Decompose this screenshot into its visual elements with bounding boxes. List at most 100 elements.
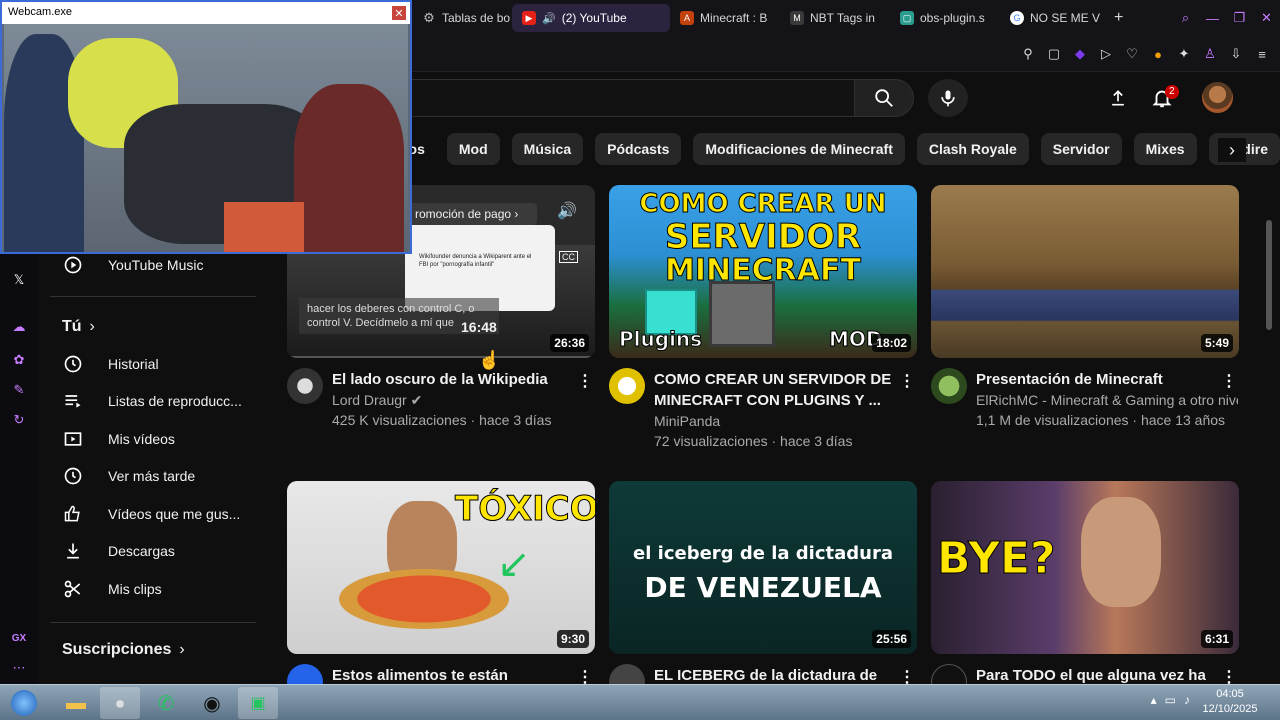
video-thumbnail[interactable]: COMO CREAR UN SERVIDOR MINECRAFT Plugins… <box>609 185 917 358</box>
gx-logo-icon[interactable]: GX <box>9 628 29 648</box>
chip[interactable]: Música <box>511 133 584 165</box>
thumbnail-text: BYE? <box>937 533 1057 585</box>
video-title[interactable]: Presentación de Minecraft <box>976 369 1216 390</box>
taskbar-app2[interactable]: ▣ <box>238 687 278 719</box>
extension-avatar-icon[interactable]: ● <box>1148 44 1168 64</box>
video-title[interactable]: EL ICEBERG de la dictadura de <box>654 665 894 686</box>
taskbar-obs[interactable]: ◉ <box>192 687 232 719</box>
thumbnail-text: el iceberg de la dictadura <box>633 543 893 564</box>
tab-obs[interactable]: ▢ obs-plugin.s <box>890 4 1000 32</box>
taskbar-explorer[interactable]: ▬ <box>56 687 96 719</box>
nav-downloads[interactable]: Descargas <box>62 533 258 569</box>
scrollbar[interactable] <box>1266 220 1272 330</box>
video-thumbnail[interactable]: 5:49 <box>931 185 1239 358</box>
speaker-icon: 🔊 <box>542 12 556 25</box>
vpn-icon[interactable]: ◆ <box>1070 44 1090 64</box>
chevron-up-icon[interactable]: ▴ <box>1151 693 1157 707</box>
chip[interactable]: Pódcasts <box>595 133 682 165</box>
avatar[interactable] <box>1202 82 1233 113</box>
start-button[interactable] <box>4 687 44 719</box>
minimize-icon[interactable]: — <box>1199 11 1226 26</box>
webcam-window[interactable]: Webcam.exe ✕ <box>0 0 412 254</box>
chip[interactable]: Modificaciones de Minecraft <box>693 133 905 165</box>
chevron-right-icon: › <box>89 318 95 335</box>
video-channel[interactable]: Lord Draugr ✔ <box>332 390 588 410</box>
video-title[interactable]: Estos alimentos te están <box>332 665 572 686</box>
nav-you-header[interactable]: Tú › <box>62 318 95 336</box>
tab-tablas[interactable]: ⚙ Tablas de bo <box>412 4 512 32</box>
chips-next-button[interactable]: › <box>1218 138 1246 162</box>
screenshot-icon[interactable]: ▢ <box>1044 44 1064 64</box>
chip[interactable]: Clash Royale <box>916 133 1029 165</box>
furnace-block-icon <box>709 281 775 347</box>
player-icon[interactable]: ▷ <box>1096 44 1116 64</box>
profile-icon[interactable]: ♙ <box>1200 44 1220 64</box>
chip[interactable]: Servidor <box>1040 133 1122 165</box>
video-thumbnail[interactable]: TÓXICO ↙ 9:30 <box>287 481 595 654</box>
nav-watch-later[interactable]: Ver más tarde <box>62 458 258 494</box>
gear-icon: ⚙ <box>423 10 435 25</box>
nav-subscriptions-header[interactable]: Suscripciones › <box>62 641 185 659</box>
more-options-icon[interactable]: ⋮ <box>897 371 917 391</box>
video-channel[interactable]: ElRichMC - Minecraft & Gaming a otro niv… <box>976 390 1238 410</box>
chip[interactable]: Mixes <box>1133 133 1197 165</box>
tab-nbt[interactable]: M NBT Tags in <box>780 4 890 32</box>
nav-clips[interactable]: Mis clips <box>62 571 258 607</box>
more-options-icon[interactable]: ⋮ <box>575 371 595 391</box>
video-duration: 26:36 <box>550 334 589 352</box>
youtube-music-icon <box>62 254 84 276</box>
search-button[interactable] <box>854 79 914 117</box>
video-title[interactable]: El lado oscuro de la Wikipedia <box>332 369 572 390</box>
maximize-icon[interactable]: ❐ <box>1226 10 1253 26</box>
download-icon[interactable]: ⇩ <box>1226 44 1246 64</box>
search-input[interactable] <box>404 79 854 117</box>
pin-icon[interactable]: ⚲ <box>1018 44 1038 64</box>
gx-mods-icon[interactable]: ✿ <box>9 350 29 370</box>
video-channel[interactable]: MiniPanda <box>654 411 910 431</box>
video-thumbnail[interactable]: el iceberg de la dictadura DE VENEZUELA … <box>609 481 917 654</box>
puzzle-icon[interactable]: ✦ <box>1174 44 1194 64</box>
x-twitter-icon[interactable]: 𝕏 <box>9 270 29 290</box>
new-tab-button[interactable]: + <box>1104 4 1132 32</box>
tab-youtube[interactable]: ▶ 🔊 (2) YouTube <box>512 4 670 32</box>
video-title[interactable]: Para TODO el que alguna vez ha <box>976 665 1216 686</box>
video-thumbnail[interactable]: BYE? 6:31 <box>931 481 1239 654</box>
soundcloud-icon[interactable]: ☁ <box>9 317 29 337</box>
upload-button[interactable] <box>1106 86 1130 110</box>
mute-icon[interactable]: 🔊 <box>557 201 577 221</box>
video-title[interactable]: COMO CREAR UN SERVIDOR DE MINECRAFT CON … <box>654 369 894 411</box>
menu-icon[interactable]: ≡ <box>1252 44 1272 64</box>
channel-avatar[interactable] <box>609 368 645 404</box>
progress-bar[interactable] <box>287 356 595 358</box>
hook-icon[interactable]: ↻ <box>9 410 29 430</box>
nav-playlists[interactable]: Listas de reproducc... <box>62 383 258 419</box>
volume-icon[interactable]: ♪ <box>1184 693 1190 707</box>
nav-your-videos[interactable]: Mis vídeos <box>62 421 258 457</box>
channel-avatar[interactable] <box>287 368 323 404</box>
windows-logo-icon <box>11 690 37 716</box>
close-icon[interactable]: ✕ <box>391 5 407 21</box>
box <box>224 202 304 252</box>
more-icon[interactable]: ⋯ <box>9 658 29 678</box>
more-options-icon[interactable]: ⋮ <box>1219 371 1239 391</box>
system-clock[interactable]: 04:05 12/10/2025 <box>1198 687 1262 717</box>
search-tabs-icon[interactable]: ⌕ <box>1172 10 1199 26</box>
heart-icon[interactable]: ♡ <box>1122 44 1142 64</box>
video-stats: 425 K visualizaciones · hace 3 días <box>332 412 552 428</box>
channel-avatar[interactable] <box>931 368 967 404</box>
tab-minecraft[interactable]: A Minecraft : B <box>670 4 780 32</box>
video-duration: 18:02 <box>872 334 911 352</box>
tag-icon[interactable]: ✎ <box>9 380 29 400</box>
nav-history[interactable]: Historial <box>62 346 258 382</box>
tray-icons: ▴ ▭ ♪ <box>1151 693 1190 707</box>
taskbar-app[interactable]: ● <box>100 687 140 719</box>
thumbnail-text: SERVIDOR <box>664 217 862 258</box>
tab-google[interactable]: G NO SE ME V <box>1000 4 1104 32</box>
voice-search-button[interactable] <box>928 79 968 117</box>
captions-icon[interactable]: CC <box>559 251 578 263</box>
taskbar-whatsapp[interactable]: ✆ <box>146 687 186 719</box>
network-icon[interactable]: ▭ <box>1165 693 1176 707</box>
chip[interactable]: Mod <box>446 133 500 165</box>
close-icon[interactable]: ✕ <box>1253 10 1280 26</box>
nav-liked-videos[interactable]: Vídeos que me gus... <box>62 496 258 532</box>
